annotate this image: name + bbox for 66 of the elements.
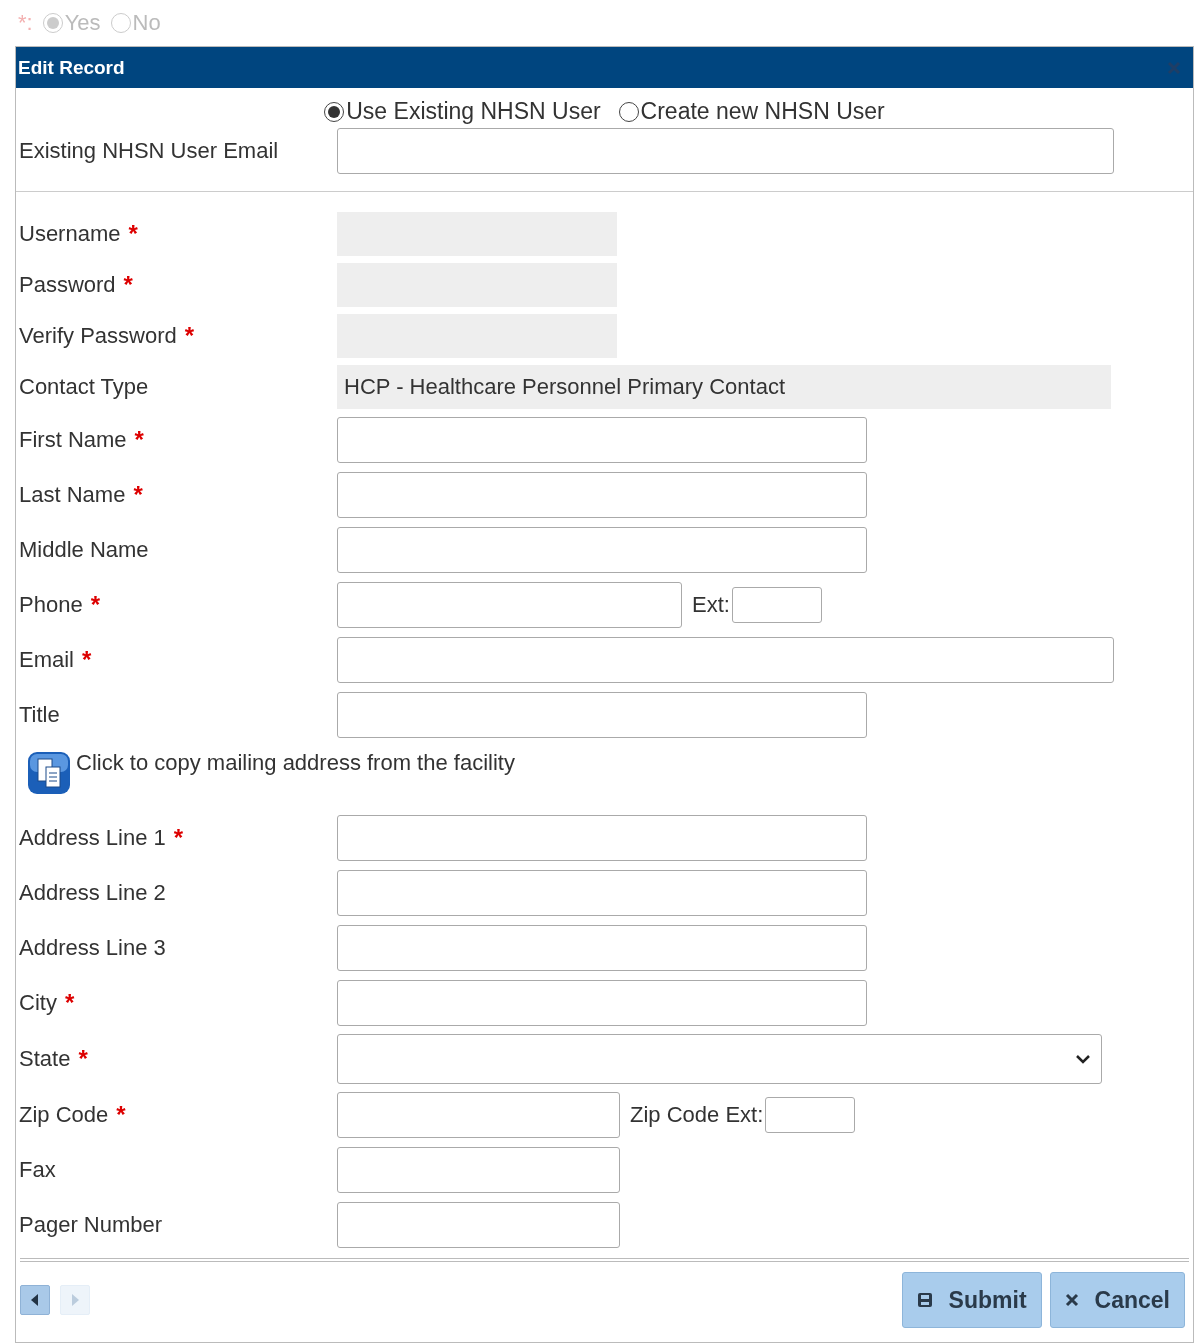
text-field[interactable] <box>337 979 867 1026</box>
text-field[interactable] <box>337 581 682 628</box>
field-label: Fax <box>19 1156 56 1183</box>
required-mark: * <box>64 990 75 1015</box>
field-label: Contact Type <box>19 373 149 400</box>
close-icon <box>1064 1293 1079 1307</box>
extension-field[interactable] <box>765 1096 856 1133</box>
required-mark: * <box>133 482 143 507</box>
extension-field[interactable] <box>731 586 822 623</box>
field-label: Email <box>19 646 74 673</box>
field-label: Phone <box>19 591 83 618</box>
text-field[interactable] <box>337 814 867 861</box>
field-label: Verify Password <box>19 322 177 349</box>
text-field[interactable] <box>337 924 867 971</box>
right-triangle-icon <box>71 1294 79 1306</box>
required-mark: * <box>184 323 195 348</box>
text-field[interactable] <box>337 471 867 518</box>
state-select[interactable] <box>337 1033 1102 1084</box>
cancel-button[interactable]: Cancel <box>1049 1272 1185 1328</box>
text-field[interactable] <box>337 1201 620 1248</box>
field-label: Title <box>19 701 60 728</box>
chevron-down-icon <box>1075 1053 1091 1064</box>
extension-label: Zip Code Ext: <box>630 1101 764 1128</box>
left-triangle-icon <box>31 1294 39 1306</box>
text-field[interactable] <box>337 636 1114 683</box>
text-field[interactable] <box>337 1091 620 1138</box>
field-label: State <box>19 1045 71 1072</box>
field-label: Address Line 2 <box>19 879 166 906</box>
email-field[interactable] <box>337 128 1114 174</box>
field-label: Pager Number <box>19 1211 163 1238</box>
text-field[interactable] <box>337 526 867 573</box>
copy-address-icon[interactable] <box>26 750 72 796</box>
required-mark: * <box>123 272 133 297</box>
copy-address-link[interactable]: Click to copy mailing address from the facility <box>76 750 515 776</box>
previous-button[interactable] <box>20 1285 50 1315</box>
required-mark: * <box>128 221 138 246</box>
required-label: *: <box>18 10 33 36</box>
radio-label: Yes <box>64 10 101 36</box>
text-field[interactable] <box>337 416 867 463</box>
field-label: Password <box>19 271 116 298</box>
radio-label: No <box>132 10 161 36</box>
required-mark: * <box>116 1102 126 1127</box>
field-label: Address Line 1 <box>19 824 166 851</box>
field-label: City <box>19 989 57 1016</box>
text-field[interactable] <box>337 869 867 916</box>
required-mark: * <box>173 825 184 850</box>
field-label: Zip Code <box>19 1101 109 1128</box>
required-mark: * <box>78 1046 88 1071</box>
text-field[interactable] <box>337 1146 620 1193</box>
required-mark: * <box>82 647 92 672</box>
field-label: Middle Name <box>19 536 149 563</box>
extension-label: Ext: <box>692 591 730 618</box>
radio-label: Use Existing NHSN User <box>346 98 601 125</box>
contact-type-value: HCP - Healthcare Personnel Primary Contact <box>337 364 1111 409</box>
field-label: Last Name <box>19 481 126 508</box>
radio-label: Create new NHSN User <box>640 98 885 125</box>
field-label: Username <box>19 220 121 247</box>
dialog-title: Edit Record <box>18 56 125 79</box>
save-icon <box>916 1292 933 1308</box>
submit-button[interactable]: Submit <box>901 1272 1042 1328</box>
field-label: Address Line 3 <box>19 934 166 961</box>
field-label: First Name <box>19 426 127 453</box>
required-mark: * <box>90 592 100 617</box>
text-field[interactable] <box>337 691 867 738</box>
field-label: Existing NHSN User Email <box>19 138 279 164</box>
required-mark: * <box>134 427 144 452</box>
